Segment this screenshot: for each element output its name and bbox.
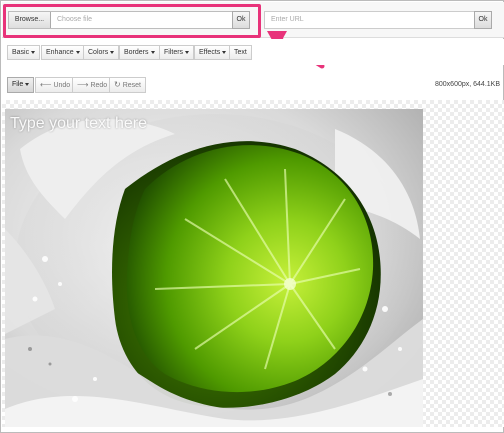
menu-borders-label: Borders [124, 49, 149, 56]
undo-button[interactable]: ⟵ Undo [35, 77, 76, 93]
caret-down-icon [31, 50, 36, 54]
menu-filters-label: Filters [164, 49, 184, 56]
url-ok-button[interactable]: Ok [474, 11, 492, 29]
undo-label: Undo [53, 82, 71, 89]
browse-button[interactable]: Browse... [9, 12, 51, 28]
caret-down-icon [25, 82, 30, 86]
menu-effects-label: Effects [199, 49, 221, 56]
lime-image [5, 114, 423, 427]
menu-bar: Basic Enhance Colors Borders Filters Eff… [2, 39, 504, 65]
menu-filters[interactable]: Filters [159, 45, 195, 60]
reset-label: Reset [122, 82, 141, 89]
reset-button[interactable]: ↻ Reset [109, 77, 146, 93]
menu-colors-label: Colors [88, 49, 109, 56]
file-ok-button[interactable]: Ok [232, 11, 250, 29]
caret-down-icon [185, 50, 190, 54]
menu-basic[interactable]: Basic [7, 45, 41, 60]
reset-icon: ↻ [114, 80, 121, 89]
redo-label: Redo [90, 82, 108, 89]
menu-enhance[interactable]: Enhance [41, 45, 85, 60]
file-upload-field[interactable]: Browse... Choose file Ok [8, 11, 250, 29]
caret-down-icon [150, 50, 155, 54]
caret-down-icon [222, 50, 227, 54]
toolbar: File ⟵ Undo ⟶ Redo ↻ Reset 800x600px, 644.1… [2, 73, 504, 97]
top-bar: Browse... Choose file Ok Enter URL Ok [2, 2, 504, 38]
file-placeholder: Choose file [57, 16, 93, 23]
lime-photo[interactable] [5, 109, 423, 427]
menu-text-label: Text [234, 49, 247, 56]
redo-icon: ⟶ [77, 80, 89, 89]
app-window: Browse... Choose file Ok Enter URL Ok Ba… [0, 0, 504, 433]
file-menu-button[interactable]: File [7, 77, 35, 93]
menu-text[interactable]: Text [229, 45, 252, 60]
menu-effects[interactable]: Effects [194, 45, 232, 60]
caret-down-icon [75, 50, 80, 54]
image-info: 800x600px, 644.1KB [435, 81, 500, 88]
menu-basic-label: Basic [12, 49, 30, 56]
menu-colors[interactable]: Colors [83, 45, 120, 60]
menu-enhance-label: Enhance [46, 49, 74, 56]
redo-button[interactable]: ⟶ Redo [72, 77, 113, 93]
menu-borders[interactable]: Borders [119, 45, 160, 60]
text-overlay[interactable]: Type your text here [10, 115, 147, 133]
undo-icon: ⟵ [40, 80, 52, 89]
caret-down-icon [110, 50, 115, 54]
file-menu-label: File [12, 81, 24, 88]
